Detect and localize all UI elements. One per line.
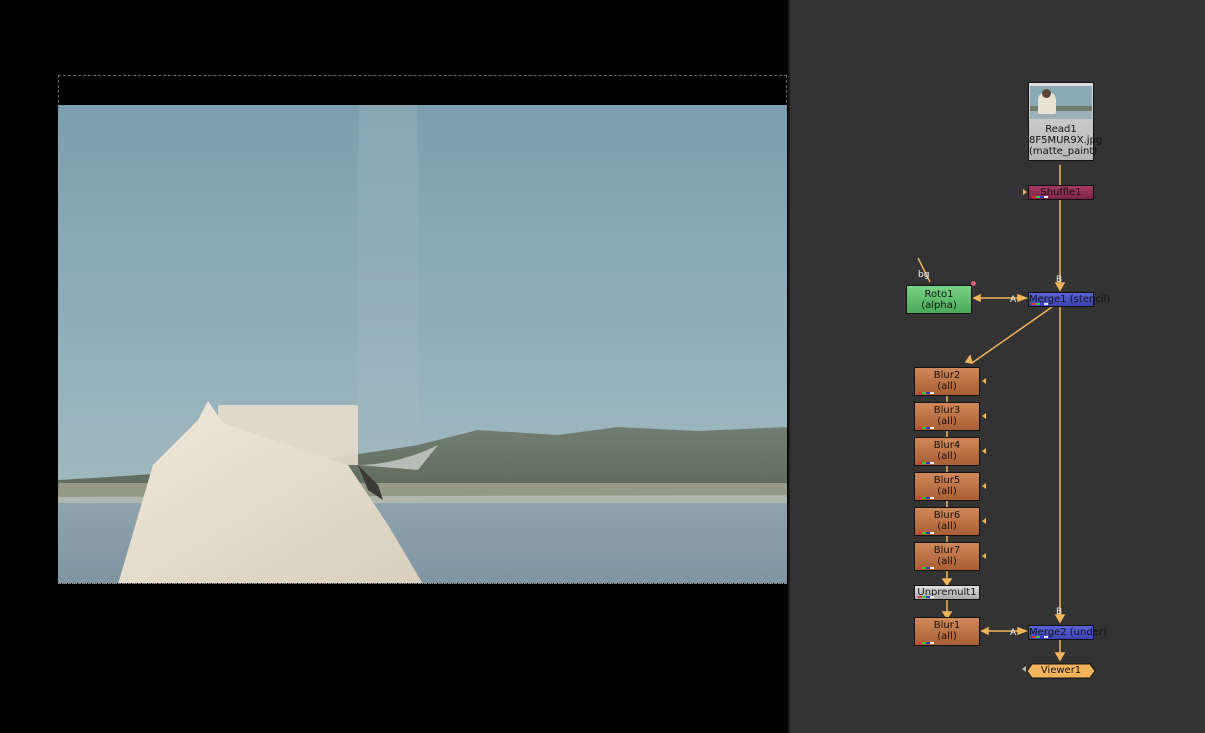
viewer-input-arrow[interactable] bbox=[1022, 666, 1026, 672]
channel-swatch bbox=[918, 596, 934, 598]
blur7-node[interactable]: Blur7 (all) bbox=[914, 542, 980, 571]
read-node[interactable]: Read1 8F5MUR9X.jpg (matte_paint) bbox=[1028, 82, 1103, 161]
channel-swatch bbox=[918, 567, 934, 569]
roto-node-channels: (alpha) bbox=[921, 300, 957, 311]
roto-node-label: Roto1 bbox=[924, 289, 954, 300]
merge2-node[interactable]: Merge2 (under) bbox=[1028, 625, 1107, 640]
unpremult-node[interactable]: Unpremult1 bbox=[914, 585, 980, 600]
read-node-label: Read1 bbox=[1045, 124, 1077, 135]
viewer-node-label: Viewer1 bbox=[1040, 665, 1082, 676]
connection-lines bbox=[917, 165, 1066, 662]
channel-swatch bbox=[918, 427, 934, 429]
blur-node-label: Blur4 bbox=[933, 440, 961, 451]
blur2-node[interactable]: Blur2 (all) bbox=[914, 367, 980, 396]
blur3-node[interactable]: Blur3 (all) bbox=[914, 402, 980, 431]
blur-node-label: Blur6 bbox=[933, 510, 961, 521]
channel-swatch bbox=[918, 392, 934, 394]
blur-node-channels: (all) bbox=[937, 486, 957, 497]
node-graph-panel[interactable]: Read1 8F5MUR9X.jpg (matte_paint) Shuffle… bbox=[790, 0, 1205, 733]
read-node-layer: (matte_paint) bbox=[1029, 146, 1098, 157]
viewer-node[interactable]: Viewer1 bbox=[1026, 663, 1096, 679]
channel-swatch bbox=[1032, 196, 1048, 198]
merge1-a-input-label: A bbox=[1010, 295, 1017, 305]
merge2-b-input-label: B bbox=[1056, 607, 1063, 617]
blur-node-channels: (all) bbox=[937, 521, 957, 532]
merge1-node[interactable]: Merge1 (stencil) bbox=[1028, 292, 1110, 307]
viewer-image-content bbox=[58, 105, 787, 583]
blur7-mask-input[interactable] bbox=[982, 553, 986, 559]
channel-swatch bbox=[918, 497, 934, 499]
merge2-a-input-label: A bbox=[1010, 628, 1017, 638]
blur-node-channels: (all) bbox=[937, 416, 957, 427]
blur2-mask-input[interactable] bbox=[982, 378, 986, 384]
blur-node-label: Blur5 bbox=[933, 475, 961, 486]
shuffle-node[interactable]: Shuffle1 bbox=[1028, 185, 1094, 200]
roto-bg-input-label: bg bbox=[918, 270, 930, 280]
blur5-node[interactable]: Blur5 (all) bbox=[914, 472, 980, 501]
blur6-node[interactable]: Blur6 (all) bbox=[914, 507, 980, 536]
channel-swatch bbox=[1032, 636, 1048, 638]
blur3-mask-input[interactable] bbox=[982, 413, 986, 419]
blur-node-label: Blur7 bbox=[933, 545, 961, 556]
blur1-node[interactable]: Blur1 (all) bbox=[914, 617, 980, 646]
viewer-image[interactable] bbox=[58, 105, 787, 584]
blur-node-label: Blur2 bbox=[933, 370, 961, 381]
shuffle-input-arrow[interactable] bbox=[1023, 189, 1027, 195]
channel-swatch bbox=[1032, 303, 1048, 305]
blur4-node[interactable]: Blur4 (all) bbox=[914, 437, 980, 466]
roto-indicator-dot bbox=[971, 281, 976, 286]
read-thumbnail bbox=[1030, 86, 1092, 119]
blur1-node-channels: (all) bbox=[937, 631, 957, 642]
channel-swatch bbox=[918, 642, 934, 644]
merge1-b-input-label: B bbox=[1056, 275, 1063, 285]
blur-node-channels: (all) bbox=[937, 381, 957, 392]
channel-swatch bbox=[918, 532, 934, 534]
blur6-mask-input[interactable] bbox=[982, 518, 986, 524]
blur1-node-label: Blur1 bbox=[933, 620, 961, 631]
blur4-mask-input[interactable] bbox=[982, 448, 986, 454]
read-node-file: 8F5MUR9X.jpg bbox=[1029, 135, 1103, 146]
blur-node-label: Blur3 bbox=[933, 405, 961, 416]
blur-node-channels: (all) bbox=[937, 556, 957, 567]
blur5-mask-input[interactable] bbox=[982, 483, 986, 489]
viewer-panel[interactable] bbox=[0, 0, 788, 733]
roto-node[interactable]: Roto1 (alpha) bbox=[906, 285, 972, 314]
blur-node-channels: (all) bbox=[937, 451, 957, 462]
channel-swatch bbox=[918, 462, 934, 464]
